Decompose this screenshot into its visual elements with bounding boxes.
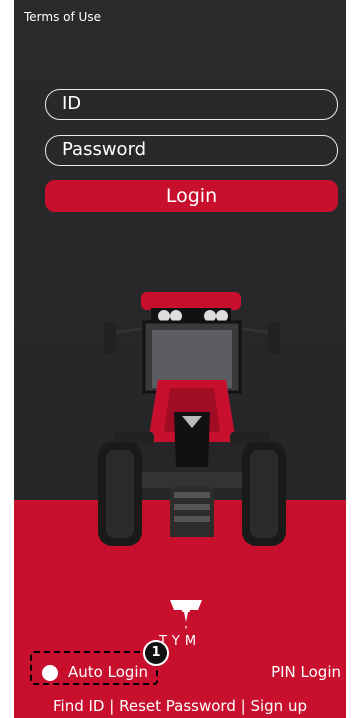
login-button[interactable]: Login [45, 180, 338, 212]
password-input[interactable]: Password [45, 135, 338, 166]
terms-of-use-link[interactable]: Terms of Use [24, 10, 101, 24]
login-screen: Terms of Use ID Password Login TYM Auto … [14, 0, 346, 718]
tractor-image [98, 292, 286, 546]
auto-login-label[interactable]: Auto Login [68, 663, 148, 681]
find-id-link[interactable]: Find ID [53, 697, 104, 715]
reset-password-link[interactable]: Reset Password [119, 697, 236, 715]
auto-login-radio[interactable] [42, 665, 58, 681]
pin-login-link[interactable]: PIN Login [271, 663, 341, 681]
separator: | [240, 697, 246, 715]
separator: | [109, 697, 115, 715]
brand-name: TYM [158, 634, 202, 649]
id-input[interactable]: ID [45, 89, 338, 120]
annotation-badge: 1 [143, 640, 169, 666]
sign-up-link[interactable]: Sign up [250, 697, 307, 715]
footer-links: Find ID | Reset Password | Sign up [14, 697, 346, 715]
